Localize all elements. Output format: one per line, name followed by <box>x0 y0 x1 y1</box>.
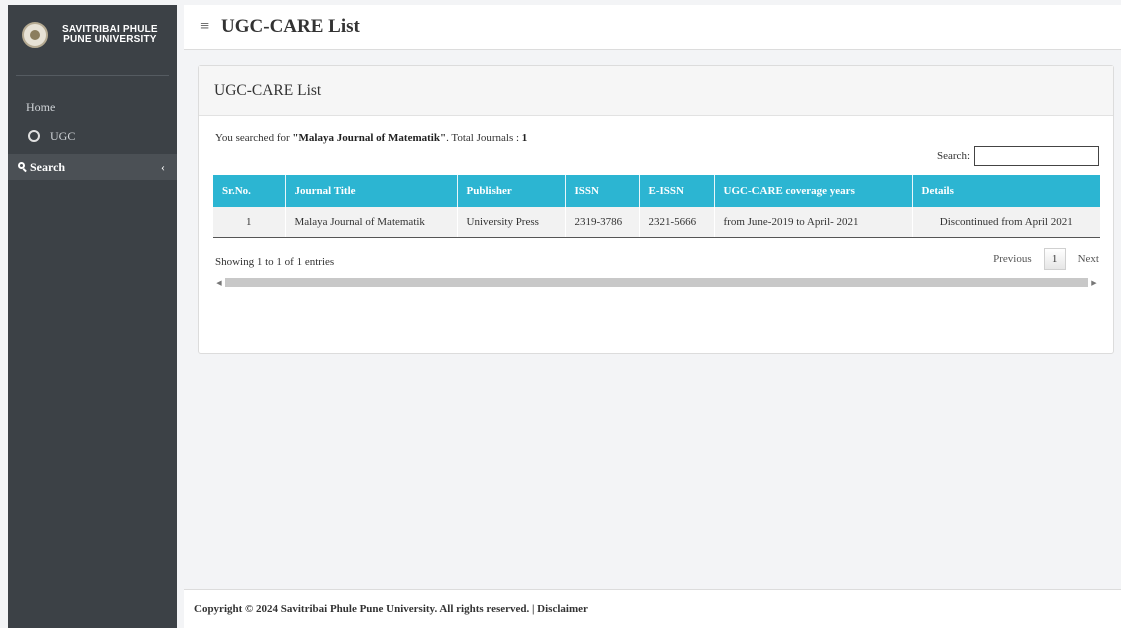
menu-icon[interactable]: ≡ <box>200 18 209 36</box>
table-row: 1 Malaya Journal of Matematik University… <box>213 207 1100 238</box>
scrollbar-thumb[interactable] <box>225 278 1088 287</box>
column-header-details[interactable]: Details <box>912 175 1100 207</box>
cell-issn: 2319-3786 <box>565 207 640 238</box>
journals-table: Sr.No. Journal Title Publisher ISSN E-IS… <box>213 175 1100 238</box>
table-header-row: Sr.No. Journal Title Publisher ISSN E-IS… <box>213 175 1100 207</box>
search-summary-prefix: You searched for <box>215 132 293 144</box>
top-header: ≡ UGC-CARE List <box>184 5 1121 50</box>
circle-icon <box>28 130 40 142</box>
scroll-left-arrow-icon[interactable]: ◀ <box>213 279 225 287</box>
column-header-eissn[interactable]: E-ISSN <box>639 175 715 207</box>
results-card: UGC-CARE List You searched for "Malaya J… <box>198 65 1114 354</box>
table-search-label: Search: <box>937 150 970 162</box>
total-journals: 1 <box>521 132 528 144</box>
cell-eissn: 2321-5666 <box>639 207 715 238</box>
brand[interactable]: SAVITRIBAI PHULE PUNE UNIVERSITY <box>8 5 177 65</box>
cell-publisher: University Press <box>457 207 566 238</box>
next-button[interactable]: Next <box>1078 253 1099 265</box>
entries-info: Showing 1 to 1 of 1 entries <box>215 256 335 268</box>
search-summary-suffix: . Total Journals : <box>446 132 522 144</box>
column-header-coverage-years[interactable]: UGC-CARE coverage years <box>714 175 913 207</box>
chevron-left-icon[interactable]: ‹ <box>161 160 165 175</box>
cell-srno: 1 <box>213 207 286 238</box>
table-search-input[interactable] <box>974 146 1099 166</box>
sidebar-item-search-label: Search <box>30 159 66 174</box>
column-header-journal-title[interactable]: Journal Title <box>285 175 458 207</box>
cell-journal-title: Malaya Journal of Matematik <box>285 207 458 238</box>
table-search: Search: <box>937 146 1099 166</box>
scroll-right-arrow-icon[interactable]: ▶ <box>1088 279 1100 287</box>
search-query: "Malaya Journal of Matematik" <box>292 132 447 144</box>
card-header: UGC-CARE List <box>199 66 1113 116</box>
footer-copyright: Copyright © 2024 Savitribai Phule Pune U… <box>194 603 588 615</box>
card-title: UGC-CARE List <box>214 81 322 99</box>
footer: Copyright © 2024 Savitribai Phule Pune U… <box>184 589 1121 628</box>
university-logo-icon <box>22 22 48 48</box>
search-icon <box>18 162 28 172</box>
column-header-publisher[interactable]: Publisher <box>457 175 566 207</box>
horizontal-scrollbar[interactable]: ◀ ▶ <box>213 277 1100 288</box>
cell-details: Discontinued from April 2021 <box>912 207 1100 238</box>
sidebar-item-ugc-label: UGC <box>50 128 76 143</box>
sidebar-item-ugc[interactable]: UGC <box>8 122 177 150</box>
page-title: UGC-CARE List <box>221 16 360 37</box>
cell-coverage-years: from June-2019 to April- 2021 <box>714 207 913 238</box>
column-header-issn[interactable]: ISSN <box>565 175 640 207</box>
brand-line-2: PUNE UNIVERSITY <box>63 34 157 45</box>
sidebar-item-home[interactable]: Home <box>8 76 177 122</box>
brand-name: SAVITRIBAI PHULE PUNE UNIVERSITY <box>62 25 158 45</box>
previous-button[interactable]: Previous <box>993 253 1032 265</box>
sidebar: SAVITRIBAI PHULE PUNE UNIVERSITY Home UG… <box>8 5 177 628</box>
search-summary: You searched for "Malaya Journal of Mate… <box>215 132 527 144</box>
page-1-button[interactable]: 1 <box>1043 248 1066 270</box>
pagination: Previous 1 Next <box>993 248 1099 270</box>
sidebar-item-search[interactable]: Search ‹ <box>8 154 177 180</box>
column-header-srno[interactable]: Sr.No. <box>213 175 286 207</box>
